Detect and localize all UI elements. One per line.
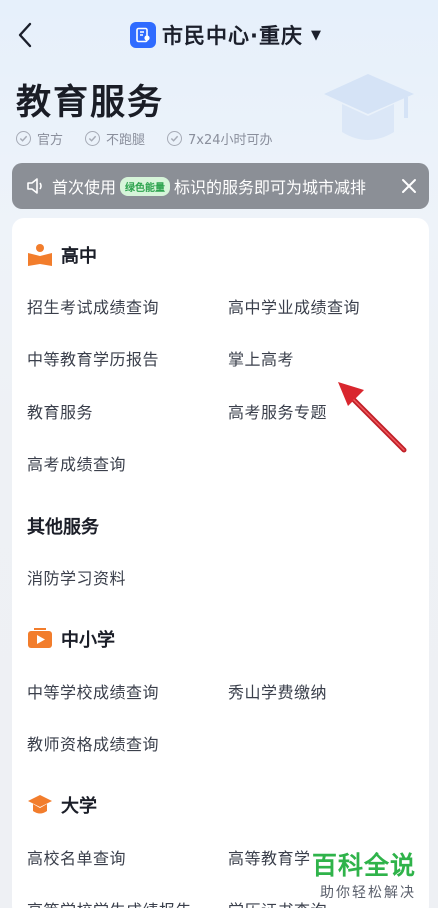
app-title: 市民中心·重庆 [162,24,303,48]
services-card: 高中 招生考试成绩查询 高中学业成绩查询 中等教育学历报告 掌上高考 教育服务 … [12,218,429,908]
speaker-icon [26,177,52,195]
notice-text: 首次使用 绿色能量 标识的服务即可为城市减排 [52,174,389,198]
badge-label: 不跑腿 [106,133,146,148]
close-icon [402,179,416,193]
service-item[interactable]: 高等教育学 [228,845,311,869]
service-item[interactable]: 中等学校成绩查询 [27,679,159,703]
service-item[interactable]: 高考成绩查询 [27,451,126,475]
section-other-title: 其他服务 [27,517,99,538]
book-reader-icon [28,244,52,266]
annotation-arrow-icon [338,382,407,453]
graduation-cap-icon [324,74,414,140]
service-item[interactable]: 高考服务专题 [228,399,327,423]
section-title: 大学 [61,796,97,817]
section-daxue: 大学 [27,792,97,818]
badge-no-travel: 不跑腿 [85,129,145,148]
section-title: 中小学 [61,630,115,651]
back-button[interactable] [14,20,36,50]
watermark-subtitle: 助你轻松解决 [320,885,416,901]
service-item[interactable]: 掌上高考 [228,346,294,370]
check-circle-icon [16,131,31,146]
service-item[interactable]: 高中学业成绩查询 [228,294,360,318]
service-item[interactable]: 招生考试成绩查询 [27,294,159,318]
watermark-title: 百科全说 [312,851,417,880]
close-notice-button[interactable] [389,178,429,194]
badge-label: 7x24小时可办 [188,133,273,148]
citizen-center-logo-icon [130,22,156,48]
caret-down-icon: ▼ [310,27,321,43]
section-zhongxiaoxue: 中小学 [27,626,115,652]
service-item[interactable]: 消防学习资料 [27,565,126,589]
service-item[interactable]: 教育服务 [27,399,93,423]
service-item[interactable]: 秀山学费缴纳 [228,679,327,703]
notice-text-before: 首次使用 [52,178,117,197]
service-item[interactable]: 高等学校学生成绩报告 [27,897,192,908]
city-selector[interactable]: 市民中心·重庆 ▼ [130,20,321,50]
badge-24-7: 7x24小时可办 [167,129,273,148]
service-item[interactable]: 教师资格成绩查询 [27,731,159,755]
watermark: 百科全说 助你轻松解决 [312,846,432,906]
service-item[interactable]: 中等教育学历报告 [27,346,159,370]
green-energy-tag: 绿色能量 [120,176,171,196]
badge-label: 官方 [37,133,64,148]
section-gaozhong: 高中 [27,242,97,268]
notice-text-after: 标识的服务即可为城市减排 [174,178,367,197]
service-badges: 官方 不跑腿 7x24小时可办 [16,129,273,148]
video-play-icon [28,628,52,648]
section-title: 高中 [61,246,97,267]
check-circle-icon [85,131,101,146]
badge-official: 官方 [16,129,63,148]
page-title: 教育服务 [16,83,165,123]
graduation-cap-icon [28,795,52,814]
notice-bar[interactable]: 首次使用 绿色能量 标识的服务即可为城市减排 [12,163,429,209]
check-circle-icon [167,131,183,146]
service-item[interactable]: 高校名单查询 [27,845,126,869]
chevron-left-icon [18,22,32,48]
